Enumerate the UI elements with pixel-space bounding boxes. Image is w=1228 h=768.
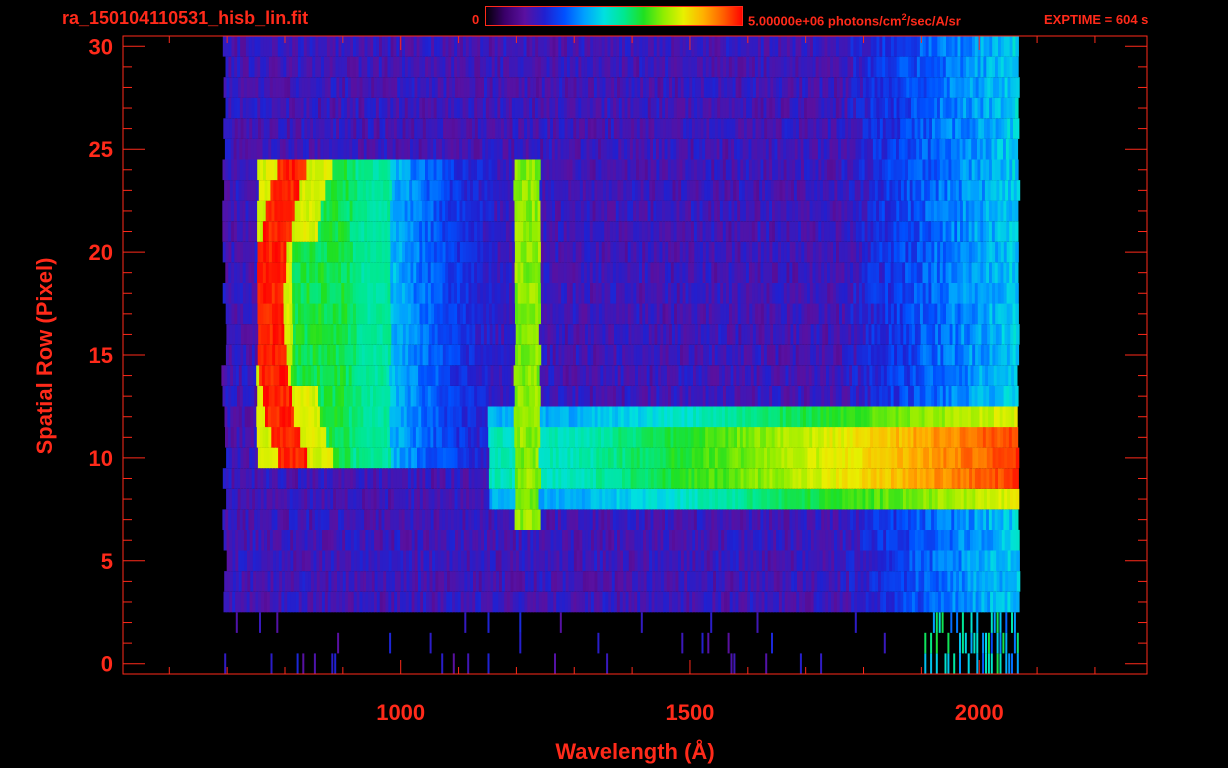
heatmap-cell [1015, 344, 1020, 366]
heatmap-cell [1015, 385, 1019, 407]
heatmap-cell [1014, 406, 1018, 428]
heatmap-cell [1016, 571, 1021, 592]
heatmap-cell [1014, 365, 1018, 386]
heatmap-cell [1016, 550, 1020, 572]
figure: ra_150104110531_hisb_lin.fit 0 5.00000e+… [0, 0, 1228, 768]
heatmap-cell [1014, 427, 1019, 448]
heatmap-cell [1016, 529, 1020, 551]
heatmap-cell [1015, 509, 1019, 530]
heatmap-cells [221, 36, 1021, 674]
heatmap-cell [1015, 241, 1019, 263]
heatmap-cell [1015, 283, 1019, 304]
heatmap-cell [1015, 447, 1020, 469]
heatmap-plot: 1000 1500 2000 051015202530 Wavelength (Å)… [32, 34, 1148, 764]
heatmap-cell [1016, 591, 1020, 613]
heatmap-cell [1015, 303, 1019, 325]
heatmap-cell [1015, 488, 1020, 510]
heatmap-cell [1015, 262, 1019, 283]
heatmap-cell [1015, 468, 1019, 489]
heatmap-cell [1016, 324, 1020, 345]
